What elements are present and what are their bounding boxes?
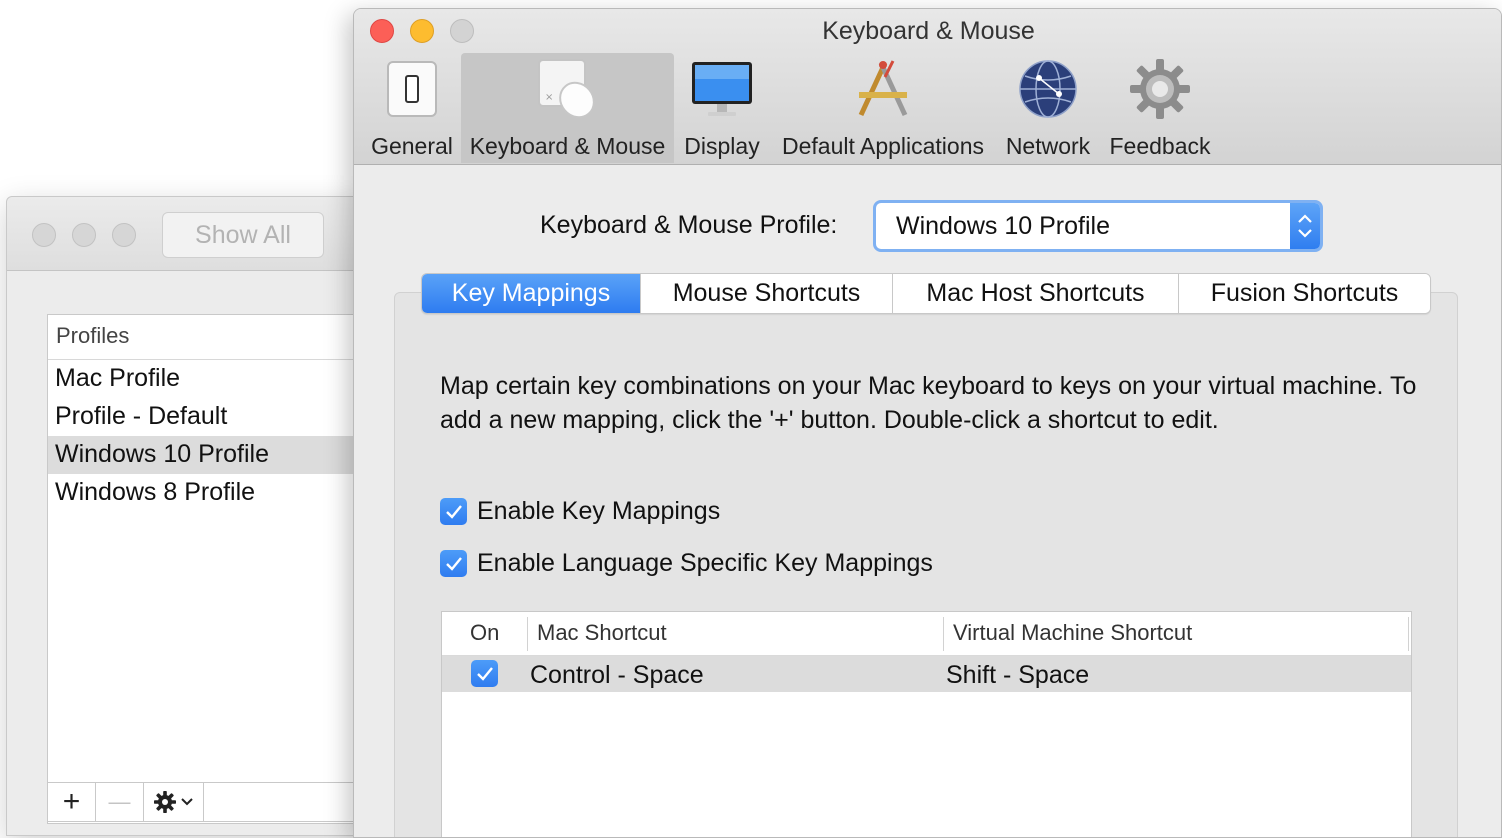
window-title: Keyboard & Mouse xyxy=(822,17,1035,45)
key-mappings-table: On Mac Shortcut Virtual Machine Shortcut… xyxy=(441,611,1412,837)
column-divider xyxy=(943,617,944,651)
zoom-button[interactable] xyxy=(112,223,136,247)
add-profile-button[interactable]: + xyxy=(48,783,96,821)
enable-language-mappings-row[interactable]: Enable Language Specific Key Mappings xyxy=(440,549,933,578)
profile-label: Keyboard & Mouse Profile: xyxy=(540,211,838,239)
column-header-mac-shortcut[interactable]: Mac Shortcut xyxy=(537,620,667,646)
enable-key-mappings-row[interactable]: Enable Key Mappings xyxy=(440,497,720,526)
profile-select-value: Windows 10 Profile xyxy=(896,212,1110,240)
checkmark-icon xyxy=(476,666,493,681)
profile-item-windows-8[interactable]: Windows 8 Profile xyxy=(48,474,376,512)
close-button[interactable] xyxy=(32,223,56,247)
tab-mac-host-shortcuts[interactable]: Mac Host Shortcuts xyxy=(893,274,1179,313)
enable-language-mappings-label: Enable Language Specific Key Mappings xyxy=(477,549,933,577)
keyboard-mouse-icon: × xyxy=(528,53,608,125)
profile-item-mac[interactable]: Mac Profile xyxy=(48,360,376,398)
profiles-window-titlebar: Show All xyxy=(7,197,365,271)
minus-icon: — xyxy=(108,789,131,814)
feedback-gear-icon xyxy=(1120,53,1200,125)
table-row[interactable]: Control - Space Shift - Space xyxy=(442,656,1411,692)
tab-feedback[interactable]: Feedback xyxy=(1103,53,1217,163)
tab-display[interactable]: Display xyxy=(677,53,767,163)
tab-mouse-shortcuts[interactable]: Mouse Shortcuts xyxy=(641,274,893,313)
profile-item-windows-10[interactable]: Windows 10 Profile xyxy=(48,436,376,474)
table-header: On Mac Shortcut Virtual Machine Shortcut xyxy=(442,612,1411,656)
preferences-toolbar: Keyboard & Mouse General × Keyboard & Mo… xyxy=(354,9,1501,165)
profile-select[interactable]: Windows 10 Profile xyxy=(873,200,1323,252)
profile-actions-menu[interactable] xyxy=(144,783,204,821)
display-monitor-icon xyxy=(682,53,762,125)
checkmark-icon xyxy=(445,504,462,519)
minimize-button[interactable] xyxy=(72,223,96,247)
profiles-window: Show All Profiles Mac Profile Profile - … xyxy=(6,196,377,836)
column-divider xyxy=(527,617,528,651)
column-header-on[interactable]: On xyxy=(470,620,499,646)
default-applications-icon xyxy=(843,53,923,125)
mac-shortcut-cell: Control - Space xyxy=(530,661,704,689)
profiles-toolbar: + — xyxy=(47,782,377,822)
chevron-down-icon xyxy=(181,798,193,806)
remove-profile-button[interactable]: — xyxy=(96,783,144,821)
vm-shortcut-cell: Shift - Space xyxy=(946,661,1090,689)
tab-fusion-shortcuts[interactable]: Fusion Shortcuts xyxy=(1179,274,1430,313)
svg-text:×: × xyxy=(545,92,553,103)
network-globe-icon xyxy=(1008,53,1088,125)
tab-network[interactable]: Network xyxy=(1001,53,1095,163)
tab-general[interactable]: General xyxy=(366,53,458,163)
keyboard-mouse-window: Keyboard & Mouse General × Keyboard & Mo… xyxy=(353,8,1502,838)
gear-icon xyxy=(154,791,176,813)
tab-keyboard-mouse[interactable]: × Keyboard & Mouse xyxy=(461,53,674,163)
tab-key-mappings[interactable]: Key Mappings xyxy=(422,274,641,313)
shortcut-tabs: Key Mappings Mouse Shortcuts Mac Host Sh… xyxy=(421,273,1431,314)
plus-icon: + xyxy=(62,785,81,818)
profiles-list: Profiles Mac Profile Profile - Default W… xyxy=(47,314,377,824)
updown-chevron-icon xyxy=(1290,203,1320,249)
mapping-on-checkbox[interactable] xyxy=(471,660,498,687)
column-header-vm-shortcut[interactable]: Virtual Machine Shortcut xyxy=(953,620,1192,646)
key-mappings-description: Map certain key combinations on your Mac… xyxy=(440,372,1417,434)
enable-key-mappings-checkbox[interactable] xyxy=(440,498,467,525)
show-all-button[interactable]: Show All xyxy=(162,212,324,258)
checkmark-icon xyxy=(445,556,462,571)
enable-key-mappings-label: Enable Key Mappings xyxy=(477,497,721,525)
general-switch-icon xyxy=(372,53,452,125)
profiles-header: Profiles xyxy=(48,315,376,360)
column-divider xyxy=(1408,617,1409,651)
tab-default-applications[interactable]: Default Applications xyxy=(772,53,994,163)
profile-item-default[interactable]: Profile - Default xyxy=(48,398,376,436)
enable-language-mappings-checkbox[interactable] xyxy=(440,550,467,577)
